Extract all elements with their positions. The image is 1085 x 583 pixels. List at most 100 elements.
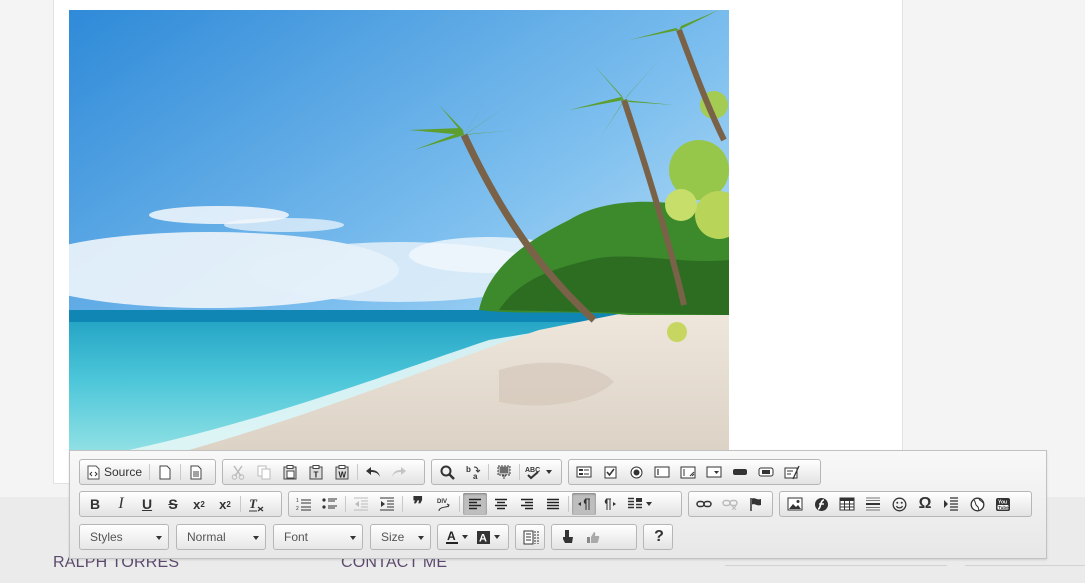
text-field-icon: [654, 466, 670, 478]
decrease-indent-button[interactable]: [349, 493, 373, 515]
font-dropdown[interactable]: Font: [273, 524, 363, 550]
ltr-icon: [578, 498, 590, 510]
format-dropdown[interactable]: Normal: [176, 524, 266, 550]
chevron-down-icon: [461, 535, 468, 539]
bulleted-list-icon: [322, 498, 337, 509]
image-button-field-button[interactable]: [754, 461, 778, 483]
table-button[interactable]: [835, 493, 859, 515]
create-div-button[interactable]: DIV: [432, 493, 456, 515]
italic-button[interactable]: I: [109, 493, 133, 515]
text-direction-rtl-button[interactable]: [598, 493, 622, 515]
cut-button[interactable]: [226, 461, 250, 483]
text-field-button[interactable]: [650, 461, 674, 483]
horizontal-line-button[interactable]: [861, 493, 885, 515]
remove-format-button[interactable]: T: [244, 493, 268, 515]
footer-divider: [725, 565, 947, 566]
select-all-icon: [497, 465, 511, 478]
copy-icon: [257, 465, 271, 479]
youtube-button[interactable]: You Tube: [991, 493, 1015, 515]
size-dropdown[interactable]: Size: [370, 524, 431, 550]
radio-icon: [630, 466, 642, 478]
bold-button[interactable]: B: [83, 493, 107, 515]
font-label: Font: [284, 530, 309, 544]
basic-styles-group: B I U S x2 x2 T: [79, 491, 282, 517]
find-button[interactable]: [435, 461, 459, 483]
unlink-button[interactable]: [718, 493, 742, 515]
show-blocks-button[interactable]: [519, 526, 543, 548]
paste-text-button[interactable]: T: [304, 461, 328, 483]
superscript-button[interactable]: x2: [213, 493, 237, 515]
select-all-button[interactable]: [492, 461, 516, 483]
spellcheck-button[interactable]: ABC: [523, 461, 553, 483]
align-right-button[interactable]: [515, 493, 539, 515]
align-left-button[interactable]: [463, 493, 487, 515]
chevron-down-icon: [253, 536, 259, 540]
table-icon: [839, 497, 855, 511]
bulleted-list-button[interactable]: [318, 493, 342, 515]
background-color-button[interactable]: A: [473, 526, 503, 548]
page-break-button[interactable]: [939, 493, 963, 515]
outdent-icon: [354, 497, 368, 511]
paste-word-button[interactable]: W: [330, 461, 354, 483]
svg-text:A: A: [447, 530, 456, 543]
smiley-button[interactable]: [887, 493, 911, 515]
help-button[interactable]: ?: [647, 526, 671, 548]
textarea-button[interactable]: [676, 461, 700, 483]
mouse-pointer-button[interactable]: [555, 526, 579, 548]
language-button[interactable]: [624, 493, 654, 515]
iframe-button[interactable]: [965, 493, 989, 515]
align-center-button[interactable]: [489, 493, 513, 515]
svg-text:W: W: [339, 470, 347, 479]
rtl-icon: [604, 498, 616, 510]
copy-button[interactable]: [252, 461, 276, 483]
justify-button[interactable]: [541, 493, 565, 515]
checkbox-icon: [604, 466, 616, 478]
button-field-button[interactable]: [728, 461, 752, 483]
undo-button[interactable]: [361, 461, 385, 483]
image-button[interactable]: [783, 493, 807, 515]
image-icon: [787, 497, 803, 511]
svg-text:T: T: [249, 497, 258, 511]
show-blocks-icon: [523, 530, 539, 544]
form-icon: [576, 466, 592, 478]
horizontal-rule-icon: [866, 497, 880, 511]
templates-button[interactable]: [184, 461, 208, 483]
radio-button[interactable]: [624, 461, 648, 483]
paste-button[interactable]: [278, 461, 302, 483]
hidden-field-button[interactable]: [780, 461, 804, 483]
anchor-button[interactable]: [744, 493, 768, 515]
div-icon: DIV: [437, 499, 450, 512]
numbered-list-button[interactable]: 12: [292, 493, 316, 515]
align-left-icon: [469, 498, 481, 509]
svg-text:Tube: Tube: [998, 504, 1009, 509]
checkbox-button[interactable]: [598, 461, 622, 483]
text-direction-ltr-button[interactable]: [572, 493, 596, 515]
new-page-button[interactable]: [153, 461, 177, 483]
chevron-down-icon: [545, 470, 552, 474]
globe-icon: [970, 497, 984, 511]
text-color-button[interactable]: A: [441, 526, 471, 548]
special-char-button[interactable]: Ω: [913, 493, 937, 515]
beach-image[interactable]: [69, 10, 729, 450]
svg-text:1: 1: [296, 498, 299, 504]
styles-dropdown[interactable]: Styles: [79, 524, 169, 550]
flash-button[interactable]: [809, 493, 833, 515]
strikethrough-button[interactable]: S: [161, 493, 185, 515]
replace-button[interactable]: ba: [461, 461, 485, 483]
smiley-icon: [892, 497, 906, 511]
subscript-button[interactable]: x2: [187, 493, 211, 515]
form-button[interactable]: [572, 461, 596, 483]
svg-text:A: A: [479, 532, 487, 544]
redo-button[interactable]: [387, 461, 411, 483]
chevron-down-icon: [645, 502, 652, 506]
blockquote-button[interactable]: ❞: [406, 493, 430, 516]
facebook-like-button[interactable]: [581, 526, 605, 548]
select-field-button[interactable]: [702, 461, 726, 483]
increase-indent-button[interactable]: [375, 493, 399, 515]
editor-toolbar: Source T W b a ABC B I U S x 2 x 2 T 1 2…: [69, 450, 1047, 559]
source-button[interactable]: Source: [83, 461, 146, 483]
link-button[interactable]: [692, 493, 716, 515]
underline-button[interactable]: U: [135, 493, 159, 515]
templates-icon: [190, 465, 202, 479]
chevron-down-icon: [350, 536, 356, 540]
